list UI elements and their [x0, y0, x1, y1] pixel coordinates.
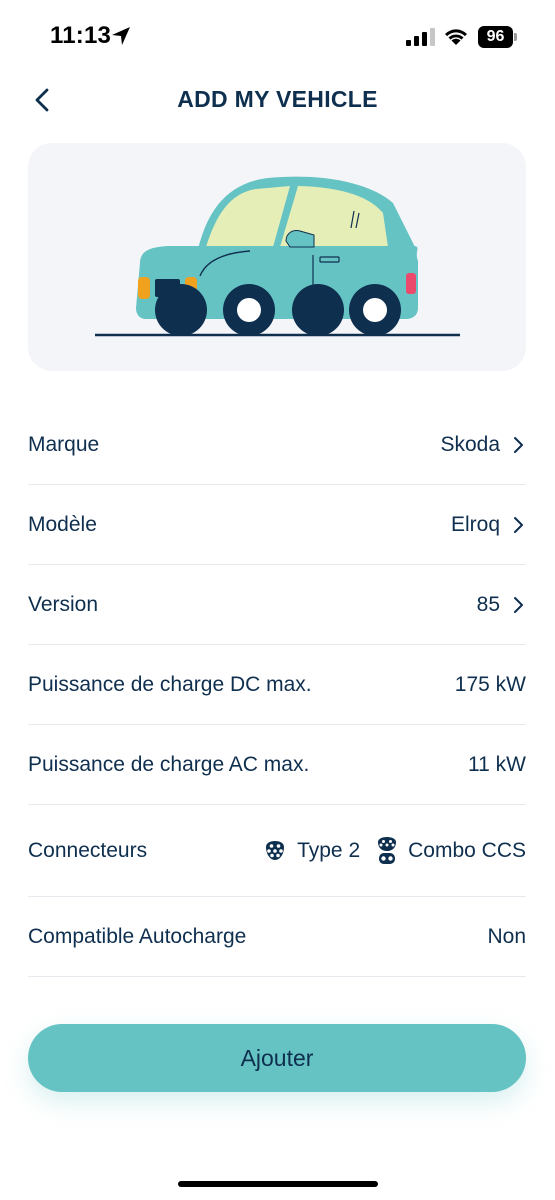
home-indicator — [178, 1181, 378, 1187]
connector-combo-ccs: Combo CCS — [376, 836, 526, 865]
ac-power-value: 11 kW — [468, 752, 526, 776]
type2-plug-icon — [266, 840, 285, 860]
modele-value: Elroq — [450, 512, 500, 536]
dc-power-value: 175 kW — [454, 672, 526, 696]
add-vehicle-button[interactable]: Ajouter — [28, 1024, 526, 1092]
cellular-signal-icon — [406, 28, 435, 46]
row-label: Connecteurs — [28, 838, 148, 862]
chevron-right-icon — [514, 436, 523, 453]
row-version[interactable]: Version 85 — [28, 565, 526, 645]
row-label: Compatible Autocharge — [28, 924, 247, 948]
row-label: Marque — [28, 432, 100, 456]
connector-ccs-label: Combo CCS — [408, 838, 526, 862]
battery-level: 96 — [478, 26, 513, 48]
marque-value: Skoda — [440, 432, 500, 456]
row-label: Puissance de charge AC max. — [28, 752, 310, 776]
row-modele[interactable]: Modèle Elroq — [28, 485, 526, 565]
row-label: Modèle — [28, 512, 97, 536]
row-dc-power: Puissance de charge DC max. 175 kW — [28, 645, 526, 725]
version-value: 85 — [476, 592, 500, 616]
chevron-right-icon — [514, 516, 523, 533]
battery-tip — [514, 33, 517, 41]
battery-indicator: 96 — [478, 26, 518, 48]
row-value: Skoda — [440, 433, 526, 457]
location-arrow-icon — [112, 27, 130, 45]
connector-type2-label: Type 2 — [297, 838, 361, 862]
vehicle-illustration-card — [28, 143, 526, 371]
wifi-icon — [445, 29, 467, 45]
header: ADD MY VEHICLE — [0, 72, 555, 128]
connector-list: Type 2 Combo CCS — [263, 836, 526, 865]
add-button-label: Ajouter — [240, 1044, 314, 1071]
combo-ccs-plug-icon — [378, 836, 397, 864]
row-autocharge: Compatible Autocharge Non — [28, 897, 526, 977]
car-illustration — [95, 176, 460, 337]
connector-type2: Type 2 — [263, 839, 360, 863]
row-connectors: Connecteurs Type 2 Combo CCS — [28, 805, 526, 897]
autocharge-value: Non — [487, 924, 526, 948]
row-value: Elroq — [451, 513, 526, 537]
row-label: Version — [28, 592, 99, 616]
status-bar: 11:13 96 — [0, 0, 555, 72]
row-marque[interactable]: Marque Skoda — [28, 405, 526, 485]
status-time: 11:13 — [50, 22, 112, 49]
chevron-right-icon — [514, 596, 523, 613]
row-label: Puissance de charge DC max. — [28, 672, 312, 696]
page-title: ADD MY VEHICLE — [177, 86, 378, 112]
row-value: 85 — [477, 593, 526, 617]
row-ac-power: Puissance de charge AC max. 11 kW — [28, 725, 526, 805]
vehicle-details-list: Marque Skoda Modèle Elroq Version 85 Pui… — [28, 405, 526, 977]
